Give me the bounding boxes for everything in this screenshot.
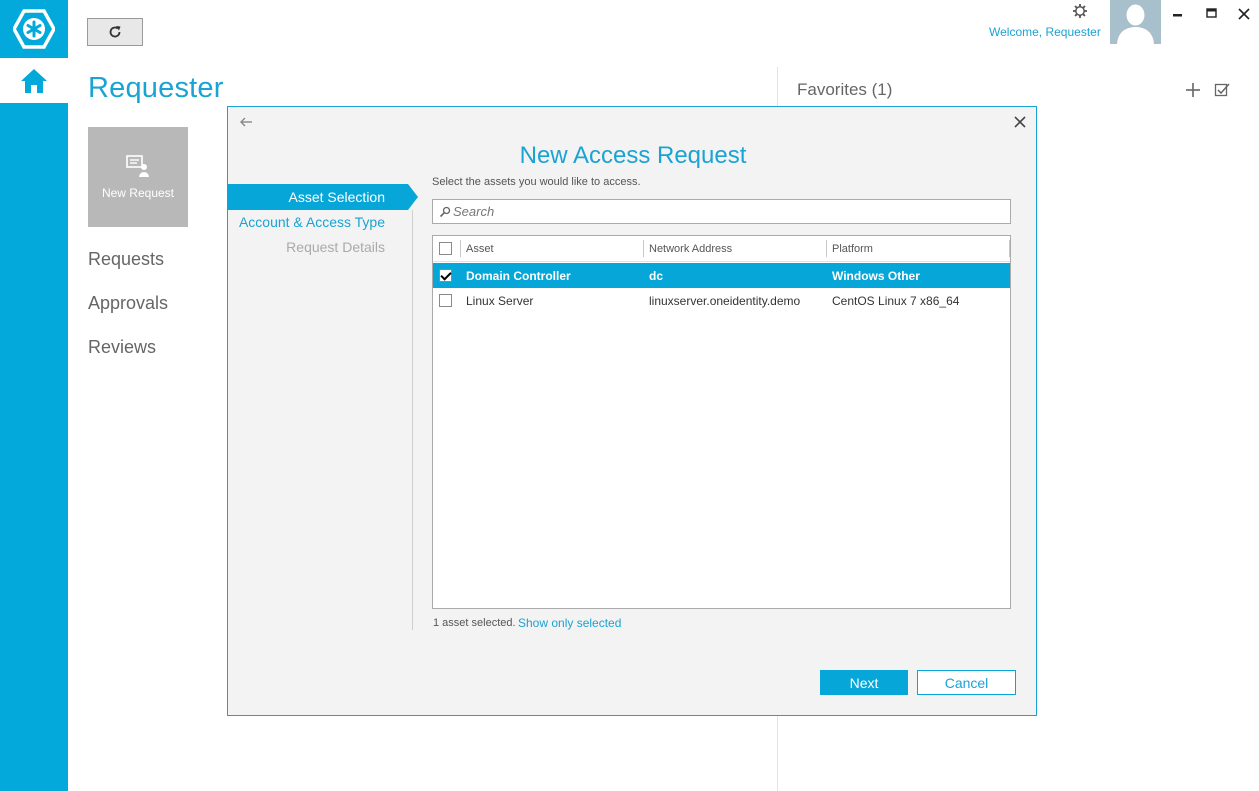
column-header-platform[interactable]: Platform xyxy=(832,243,873,255)
row-checkbox[interactable] xyxy=(439,269,452,282)
platform-cell: CentOS Linux 7 x86_64 xyxy=(832,294,960,308)
cancel-button[interactable]: Cancel xyxy=(917,670,1016,695)
platform-cell: Windows Other xyxy=(832,269,920,283)
column-header-asset[interactable]: Asset xyxy=(466,243,494,255)
asset-name-cell: Domain Controller xyxy=(466,269,571,283)
table-header: Asset Network Address Platform xyxy=(433,236,1010,262)
close-dialog-icon[interactable] xyxy=(1012,114,1028,130)
settings-gear-icon[interactable] xyxy=(1072,3,1088,19)
next-button[interactable]: Next xyxy=(820,670,908,695)
column-separator xyxy=(826,240,827,257)
edit-favorites-icon[interactable] xyxy=(1214,82,1230,98)
welcome-user-link[interactable]: Welcome, Requester xyxy=(989,25,1101,39)
dialog-title: New Access Request xyxy=(519,142,747,169)
step-request-details: Request Details xyxy=(286,239,385,255)
step-account-access-type[interactable]: Account & Access Type xyxy=(228,209,408,235)
network-address-cell: dc xyxy=(649,269,664,283)
table-row[interactable]: Domain Controller dc Windows Other xyxy=(433,263,1010,288)
column-separator xyxy=(460,240,461,257)
asset-table: Asset Network Address Platform Domain Co… xyxy=(432,235,1011,609)
show-only-selected-link[interactable]: Show only selected xyxy=(518,616,621,630)
user-avatar-icon xyxy=(1117,4,1154,44)
new-access-request-dialog: New Access Request Asset Selection Accou… xyxy=(227,106,1037,716)
instruction-text: Select the assets you would like to acce… xyxy=(432,176,641,188)
app-logo-icon xyxy=(0,0,68,58)
refresh-icon xyxy=(109,26,121,38)
column-header-network-address[interactable]: Network Address xyxy=(649,243,732,255)
home-button[interactable] xyxy=(0,58,68,103)
back-arrow-icon[interactable] xyxy=(238,114,254,130)
column-separator xyxy=(1009,240,1010,257)
column-separator xyxy=(643,240,644,257)
select-all-checkbox[interactable] xyxy=(439,242,452,255)
search-input[interactable] xyxy=(453,202,1003,221)
maximize-icon[interactable] xyxy=(1204,6,1220,22)
new-request-label: New Request xyxy=(101,186,175,200)
active-step-pointer xyxy=(408,184,418,210)
add-favorite-icon[interactable] xyxy=(1184,81,1202,99)
favorites-title: Favorites (1) xyxy=(797,80,893,99)
refresh-button[interactable] xyxy=(87,18,143,46)
nav-reviews[interactable]: Reviews xyxy=(88,337,156,358)
close-window-icon[interactable] xyxy=(1236,6,1252,22)
table-row[interactable]: Linux Server linuxserver.oneidentity.dem… xyxy=(433,288,1010,313)
steps-divider xyxy=(412,210,413,630)
asset-name-cell: Linux Server xyxy=(466,294,534,308)
row-checkbox[interactable] xyxy=(439,294,452,307)
selected-count-text: 1 asset selected. xyxy=(433,617,516,629)
minimize-icon[interactable] xyxy=(1170,6,1186,22)
nav-approvals[interactable]: Approvals xyxy=(88,293,168,314)
search-icon xyxy=(439,206,451,218)
left-rail xyxy=(0,0,68,791)
new-request-tile[interactable]: New Request xyxy=(88,127,188,227)
network-address-cell: linuxserver.oneidentity.demo xyxy=(649,294,801,308)
home-icon xyxy=(21,68,47,93)
page-title: Requester xyxy=(88,72,224,104)
new-request-icon xyxy=(126,155,149,177)
step-asset-selection[interactable]: Asset Selection xyxy=(228,184,408,210)
nav-requests[interactable]: Requests xyxy=(88,249,164,270)
user-avatar[interactable] xyxy=(1110,0,1161,44)
search-box[interactable] xyxy=(432,199,1011,224)
